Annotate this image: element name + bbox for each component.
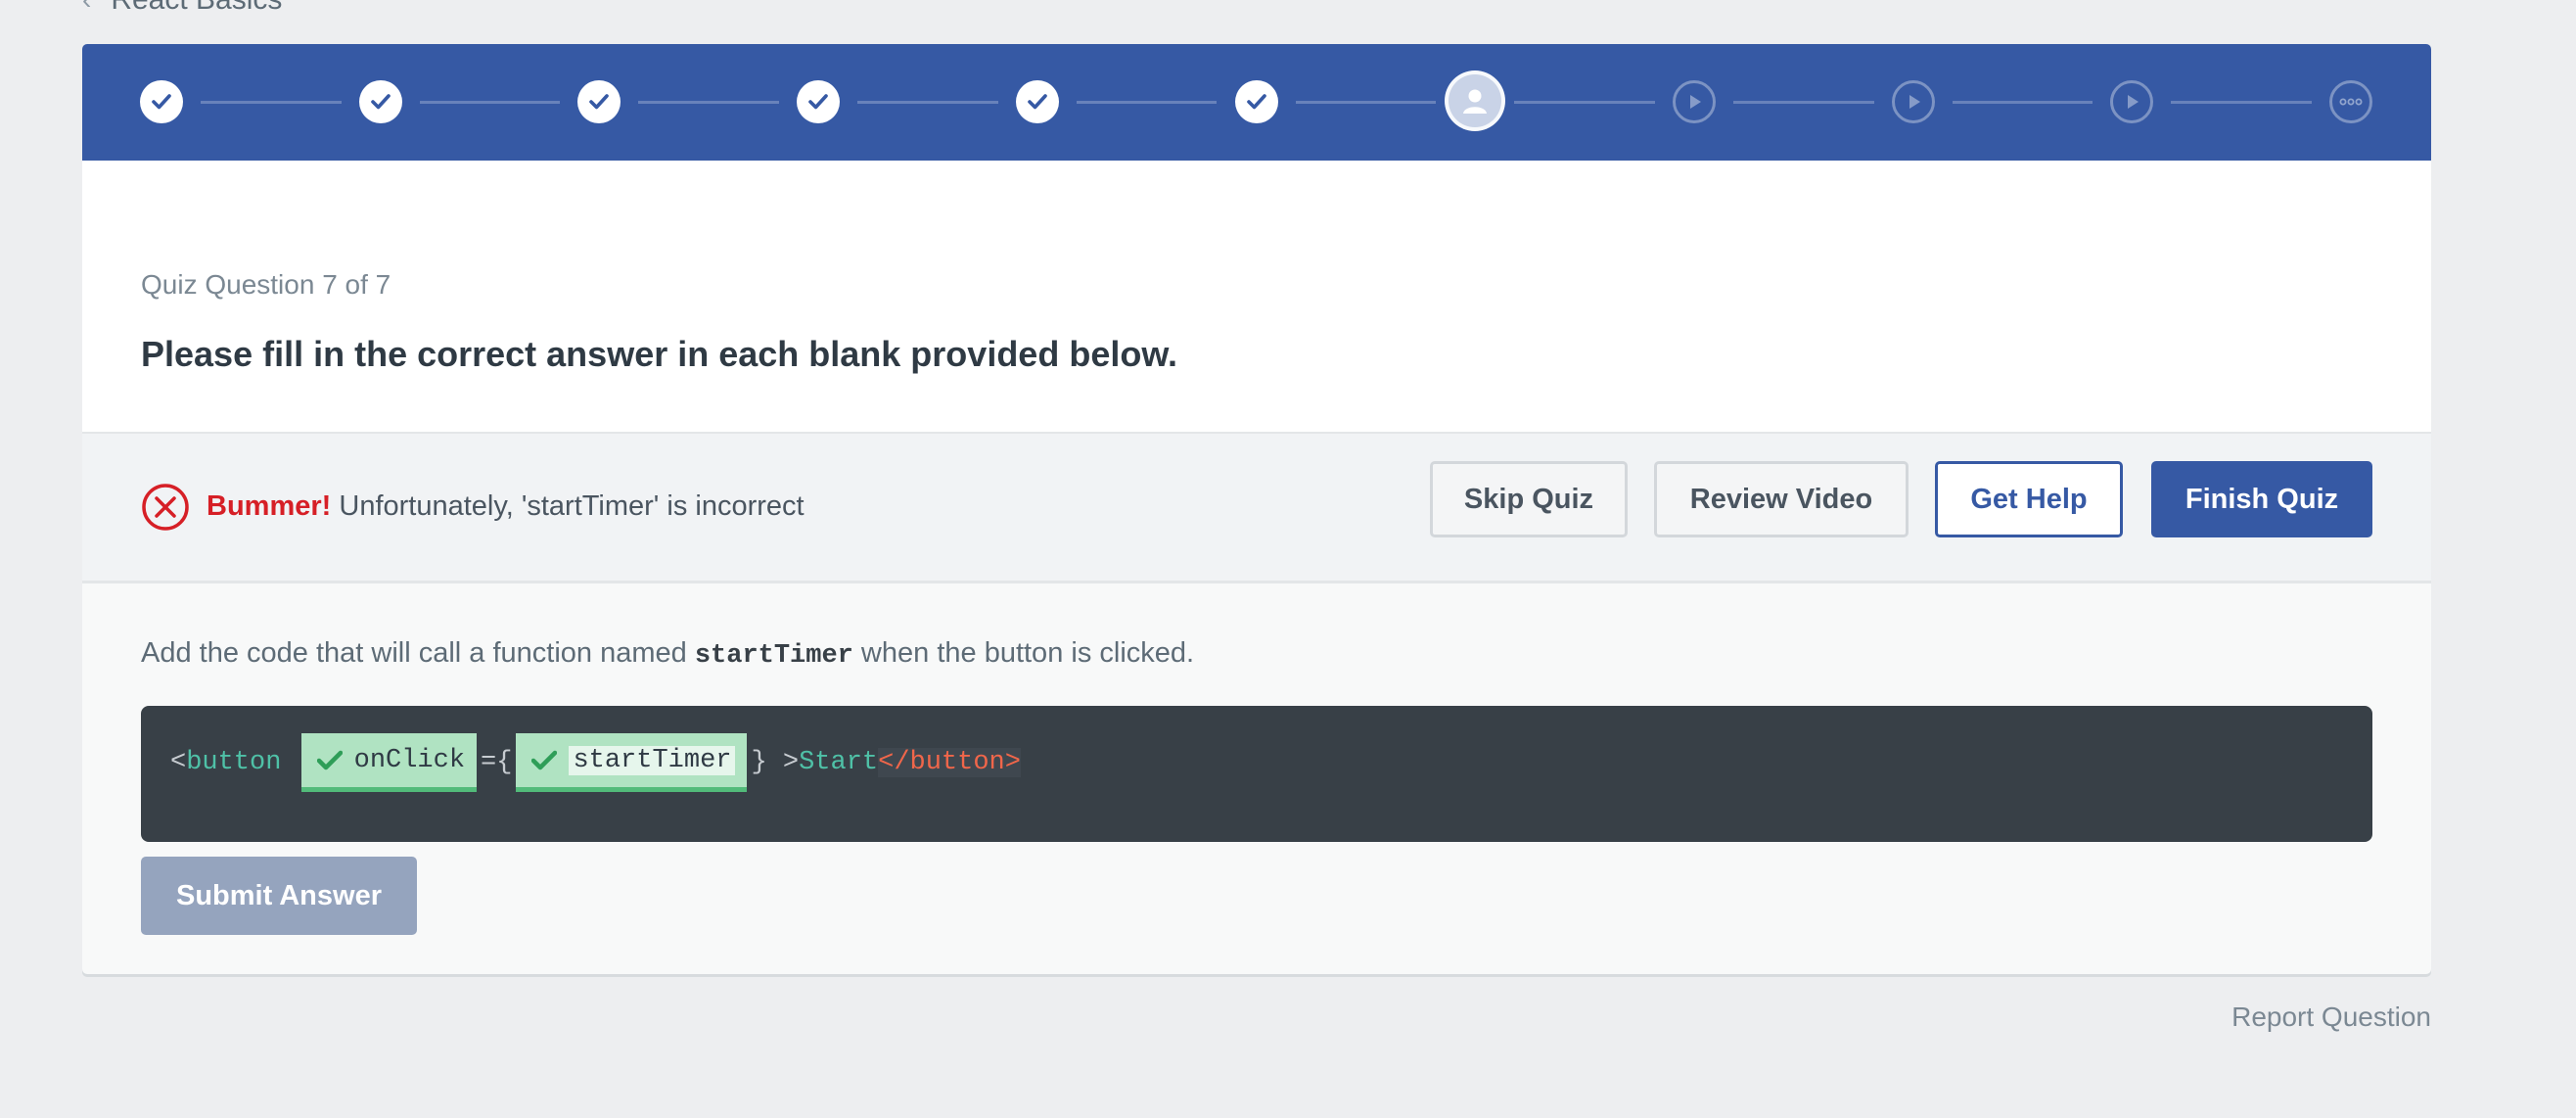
progress-connector (1076, 101, 1218, 104)
progress-connector (1952, 101, 2093, 104)
play-icon (2128, 95, 2139, 109)
review-video-button[interactable]: Review Video (1654, 461, 1909, 537)
user-icon (1463, 89, 1488, 114)
more-icon (2339, 98, 2363, 106)
check-icon (531, 750, 558, 769)
quiz-card: Quiz Question 7 of 7 Please fill in the … (82, 44, 2431, 974)
code-open-bracket: < (170, 748, 187, 777)
progress-connector (638, 101, 780, 104)
progress-step-10[interactable] (2110, 80, 2154, 123)
error-circle-icon (142, 484, 189, 531)
code-lt: < (878, 748, 895, 777)
progress-connector (857, 101, 998, 104)
code-line: < button onClick ={startTimer} > Start </but… (170, 733, 1021, 792)
question-counter: Quiz Question 7 of 7 (141, 269, 391, 300)
check-icon (1027, 94, 1047, 110)
quiz-progress-bar (82, 44, 2431, 161)
progress-step-3[interactable] (577, 80, 621, 123)
feedback-bar: Bummer! Unfortunately, 'startTimer' is i… (82, 434, 2431, 583)
get-help-button[interactable]: Get Help (1935, 461, 2123, 537)
question-header: Quiz Question 7 of 7 Please fill in the … (82, 161, 2431, 434)
progress-connector (419, 101, 561, 104)
progress-step-4[interactable] (797, 80, 841, 123)
progress-step-8[interactable] (1672, 80, 1716, 123)
progress-connector (1295, 101, 1437, 104)
question-prompt: Add the code that will call a function n… (141, 637, 1194, 671)
check-icon (316, 750, 343, 769)
check-icon (152, 94, 171, 110)
code-content: Start (799, 748, 879, 777)
code-close-tag: /button> (894, 748, 1021, 777)
finish-quiz-button[interactable]: Finish Quiz (2151, 461, 2372, 537)
progress-step-6[interactable] (1234, 80, 1278, 123)
feedback-message: Bummer! Unfortunately, 'startTimer' is i… (207, 490, 805, 523)
progress-step-7[interactable] (1445, 70, 1506, 131)
check-icon (370, 94, 391, 110)
progress-step-9[interactable] (1891, 80, 1935, 123)
progress-connector (2171, 101, 2312, 104)
answer-blank-1-value: onClick (353, 745, 466, 775)
prompt-code: startTimer (694, 641, 853, 671)
code-equals-brace: ={ (481, 748, 513, 777)
play-icon (1909, 95, 1920, 109)
progress-connector (201, 101, 342, 104)
submit-answer-button[interactable]: Submit Answer (141, 857, 417, 935)
breadcrumb-title[interactable]: React Basics (111, 0, 282, 17)
check-icon (1246, 94, 1266, 110)
check-icon (589, 94, 610, 110)
question-title: Please fill in the correct answer in eac… (141, 334, 1177, 374)
prompt-text: Add the code that will call a function n… (141, 637, 695, 669)
progress-step-2[interactable] (358, 80, 402, 123)
feedback-text: Unfortunately, 'startTimer' is incorrect (339, 490, 805, 522)
prompt-text-end: when the button is clicked. (852, 637, 1195, 669)
report-question-link[interactable]: Report Question (2231, 1002, 2431, 1033)
answer-blank-1[interactable]: onClick (300, 733, 478, 792)
code-close-brace: } (751, 748, 767, 777)
answer-blank-2-value: startTimer (569, 745, 736, 775)
breadcrumb[interactable]: ‹ React Basics (82, 0, 282, 17)
progress-connector (1514, 101, 1655, 104)
progress-step-1[interactable] (140, 80, 183, 123)
feedback-label: Bummer! (207, 490, 332, 522)
code-gt: > (766, 748, 800, 777)
play-icon (1689, 95, 1701, 109)
progress-connector (1732, 101, 1874, 104)
check-icon (808, 94, 828, 110)
code-editor: < button onClick ={startTimer} > Start </but… (141, 706, 2372, 842)
chevron-left-icon[interactable]: ‹ (82, 0, 91, 16)
progress-step-5[interactable] (1015, 80, 1059, 123)
answer-blank-2[interactable]: startTimer (516, 733, 748, 792)
progress-step-11[interactable] (2329, 80, 2372, 123)
skip-quiz-button[interactable]: Skip Quiz (1430, 461, 1628, 537)
code-tag: button (186, 748, 282, 777)
